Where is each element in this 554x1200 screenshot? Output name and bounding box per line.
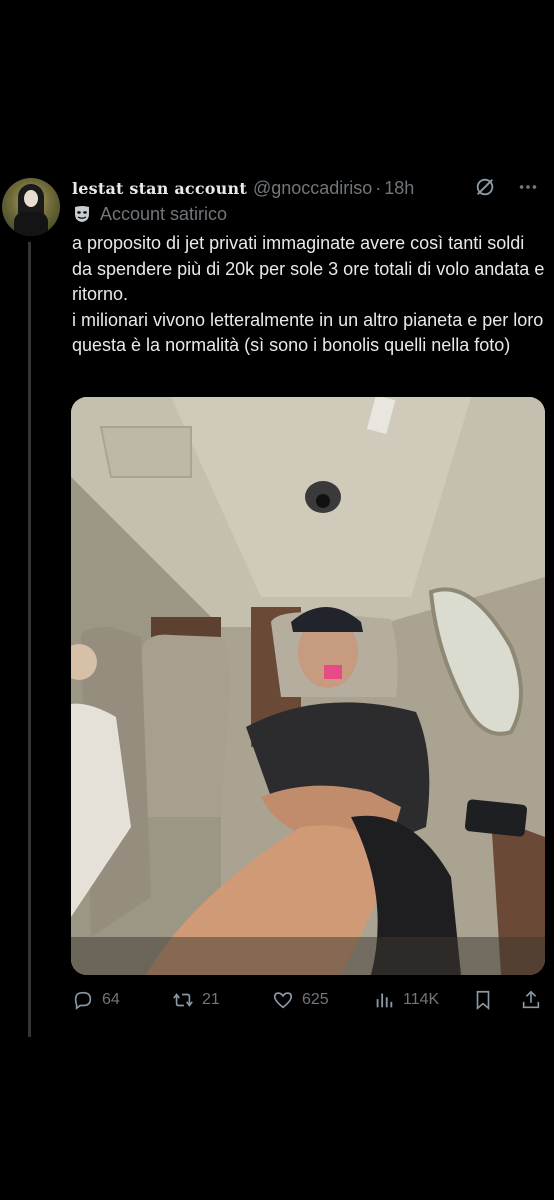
reply-button[interactable]: 64 <box>72 985 120 1015</box>
account-label: Account satirico <box>72 202 227 226</box>
action-bar: 64 21 625 114K <box>72 985 544 1015</box>
tweet-page: lestat stan account @gnoccadiriso · 18h <box>0 0 554 1200</box>
heart-icon <box>273 992 293 1009</box>
reply-count: 64 <box>102 991 120 1008</box>
views-button[interactable]: 114K <box>373 985 439 1015</box>
more-icon[interactable] <box>516 176 540 198</box>
avatar[interactable] <box>2 178 60 236</box>
user-handle[interactable]: @gnoccadiriso <box>253 178 372 199</box>
tweet-text-line-1: a proposito di jet privati immaginate av… <box>72 233 545 304</box>
timestamp[interactable]: 18h <box>384 178 414 199</box>
share-button[interactable] <box>520 985 542 1015</box>
tweet-text: a proposito di jet privati immaginate av… <box>72 231 548 359</box>
like-count: 625 <box>302 991 329 1008</box>
reply-icon <box>74 991 92 1010</box>
repost-icon <box>173 993 193 1007</box>
tweet-text-line-2: i milionari vivono letteralmente in un a… <box>72 309 544 356</box>
repost-count: 21 <box>202 991 220 1008</box>
account-label-text: Account satirico <box>100 203 228 224</box>
thread-line <box>28 242 31 1037</box>
views-count: 114K <box>403 991 440 1008</box>
bookmark-icon <box>476 990 490 1011</box>
bookmark-button[interactable] <box>472 985 494 1015</box>
separator-dot: · <box>375 177 382 198</box>
share-icon <box>522 990 540 1009</box>
display-name[interactable]: lestat stan account <box>72 179 247 198</box>
views-icon <box>376 993 393 1008</box>
avatar-face <box>24 190 38 207</box>
tweet-photo[interactable] <box>71 397 545 975</box>
tweet-header: lestat stan account @gnoccadiriso · 18h <box>72 176 540 200</box>
avatar-dress <box>14 212 48 236</box>
grok-icon[interactable] <box>474 176 496 198</box>
like-button[interactable]: 625 <box>272 985 329 1015</box>
mask-icon <box>72 204 92 224</box>
repost-button[interactable]: 21 <box>172 985 220 1015</box>
